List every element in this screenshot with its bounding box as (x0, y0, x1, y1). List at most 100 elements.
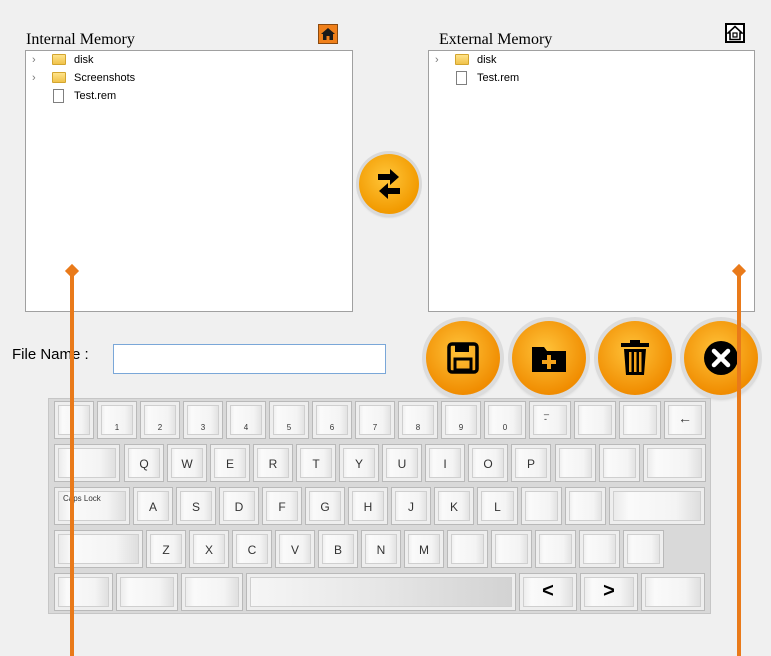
key[interactable] (535, 530, 576, 568)
key-7[interactable]: 7 (355, 401, 395, 439)
key-i[interactable]: I (425, 444, 465, 482)
arrow-left-key[interactable]: < (519, 573, 577, 611)
key-w[interactable]: W (167, 444, 207, 482)
key-d[interactable]: D (219, 487, 259, 525)
key-label: K (449, 500, 458, 514)
key[interactable] (609, 487, 705, 525)
key-label: B (333, 543, 342, 557)
tree-item[interactable]: › disk (26, 51, 352, 69)
key-6[interactable]: 6 (312, 401, 352, 439)
space-key[interactable] (246, 573, 516, 611)
key[interactable] (116, 573, 178, 611)
key-k[interactable]: K (434, 487, 474, 525)
key-label: T (312, 457, 320, 471)
key-l[interactable]: L (477, 487, 518, 525)
key-f[interactable]: F (262, 487, 302, 525)
key-j[interactable]: J (391, 487, 431, 525)
key-5[interactable]: 5 (269, 401, 309, 439)
save-button[interactable] (426, 321, 500, 395)
key[interactable] (54, 530, 143, 568)
key-e[interactable]: E (210, 444, 250, 482)
key[interactable] (491, 530, 532, 568)
caps-lock-key[interactable]: Caps Lock (54, 487, 130, 525)
key-label: Caps Lock (63, 494, 101, 503)
key-3[interactable]: 3 (183, 401, 223, 439)
close-button[interactable] (684, 321, 758, 395)
key-b[interactable]: B (318, 530, 358, 568)
key-g[interactable]: G (305, 487, 345, 525)
key-h[interactable]: H (348, 487, 388, 525)
key[interactable] (619, 401, 661, 439)
backspace-key[interactable]: ← (664, 401, 706, 439)
key-t[interactable]: T (296, 444, 336, 482)
key[interactable] (641, 573, 705, 611)
key-r[interactable]: R (253, 444, 293, 482)
transfer-button[interactable] (359, 154, 419, 214)
chevron-right-icon[interactable]: › (435, 51, 439, 69)
key-q[interactable]: Q (124, 444, 164, 482)
key-0[interactable]: 0 (484, 401, 526, 439)
arrow-right-key[interactable]: > (580, 573, 638, 611)
key-s[interactable]: S (176, 487, 216, 525)
key-label: Y (354, 457, 363, 471)
key[interactable] (574, 401, 616, 439)
key-label: 9 (458, 423, 464, 432)
external-home-button[interactable] (725, 23, 745, 43)
key-y[interactable]: Y (339, 444, 379, 482)
home-icon (321, 28, 335, 40)
key[interactable] (565, 487, 606, 525)
key[interactable] (54, 444, 120, 482)
key-c[interactable]: C (232, 530, 272, 568)
right-pointer-line (737, 272, 741, 656)
key-4[interactable]: 4 (226, 401, 266, 439)
tree-item[interactable]: › disk (429, 51, 754, 69)
external-memory-tree[interactable]: › disk Test.rem (428, 50, 755, 312)
internal-home-button[interactable] (318, 24, 338, 44)
trash-icon (621, 340, 649, 375)
key-1[interactable]: 1 (97, 401, 137, 439)
chevron-right-icon[interactable]: › (32, 51, 36, 69)
key[interactable] (599, 444, 640, 482)
key-label: < (542, 580, 554, 602)
key-label: 7 (372, 423, 378, 432)
key-u[interactable]: U (382, 444, 422, 482)
key[interactable] (54, 401, 94, 439)
key-v[interactable]: V (275, 530, 315, 568)
delete-button[interactable] (598, 321, 672, 395)
key-n[interactable]: N (361, 530, 401, 568)
key[interactable] (181, 573, 243, 611)
key-label: M (419, 543, 429, 557)
chevron-right-icon[interactable]: › (32, 69, 36, 87)
key-x[interactable]: X (189, 530, 229, 568)
key-label: V (290, 543, 299, 557)
key-label: G (320, 500, 330, 514)
tree-item[interactable]: › Screenshots (26, 69, 352, 87)
key-8[interactable]: 8 (398, 401, 438, 439)
tree-item[interactable]: Test.rem (26, 87, 352, 105)
key-label: N (376, 543, 386, 557)
key-label: Z (162, 543, 170, 557)
key[interactable] (555, 444, 596, 482)
key[interactable] (54, 573, 113, 611)
key-label: H (363, 500, 373, 514)
key-label: E (225, 457, 234, 471)
key-9[interactable]: 9 (441, 401, 481, 439)
key-o[interactable]: O (468, 444, 508, 482)
tree-item[interactable]: Test.rem (429, 69, 754, 87)
key-z[interactable]: Z (146, 530, 186, 568)
file-name-input[interactable] (113, 344, 386, 374)
key[interactable] (579, 530, 620, 568)
key-label: A (148, 500, 157, 514)
key-a[interactable]: A (133, 487, 173, 525)
left-pointer-line (70, 272, 74, 656)
key-2[interactable]: 2 (140, 401, 180, 439)
key[interactable] (643, 444, 706, 482)
key-minusminus[interactable]: _ - (529, 401, 571, 439)
key-p[interactable]: P (511, 444, 551, 482)
key[interactable] (447, 530, 488, 568)
key-m[interactable]: M (404, 530, 444, 568)
key[interactable] (521, 487, 562, 525)
key[interactable] (623, 530, 664, 568)
key-label: 6 (329, 423, 335, 432)
new-folder-button[interactable] (512, 321, 586, 395)
